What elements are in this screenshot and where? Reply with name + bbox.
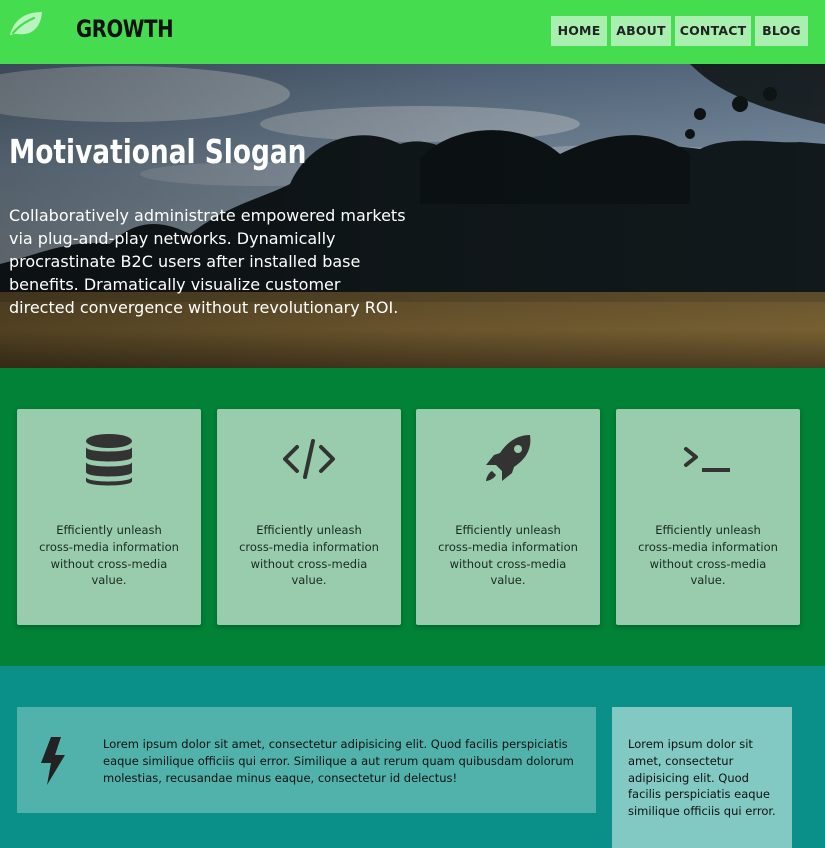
hero-title: Motivational Slogan [9,132,307,171]
side-box: Lorem ipsum dolor sit amet, consectetur … [612,707,792,848]
hero-section: Motivational Slogan Collaboratively admi… [0,64,825,368]
feature-card-text: Efficiently unleash cross-media informat… [39,523,179,588]
terminal-icon [684,447,730,472]
feature-card-rocket: Efficiently unleash cross-media informat… [416,409,600,625]
nav-contact[interactable]: CONTACT [675,16,751,46]
info-section: Lorem ipsum dolor sit amet, consectetur … [0,666,825,848]
info-text: Lorem ipsum dolor sit amet, consectetur … [103,737,574,785]
lightning-bolt-icon [41,737,65,785]
rocket-icon [486,435,531,481]
info-box: Lorem ipsum dolor sit amet, consectetur … [17,707,596,813]
side-text: Lorem ipsum dolor sit amet, consectetur … [628,737,776,819]
site-header: GROWTH HOME ABOUT CONTACT BLOG [0,0,825,64]
nav-home[interactable]: HOME [551,16,607,46]
code-icon [283,439,335,479]
brand-name[interactable]: GROWTH [76,15,174,43]
feature-card-terminal: Efficiently unleash cross-media informat… [616,409,800,625]
nav-blog[interactable]: BLOG [755,16,808,46]
feature-card-database: Efficiently unleash cross-media informat… [17,409,201,625]
feature-card-code: Efficiently unleash cross-media informat… [217,409,401,625]
feature-card-text: Efficiently unleash cross-media informat… [239,523,379,588]
leaf-icon[interactable] [8,9,44,39]
hero-description: Collaboratively administrate empowered m… [9,206,406,317]
database-icon [86,434,132,486]
features-section: Efficiently unleash cross-media informat… [0,368,825,666]
feature-card-text: Efficiently unleash cross-media informat… [438,523,578,588]
nav-about[interactable]: ABOUT [611,16,671,46]
feature-card-text: Efficiently unleash cross-media informat… [638,523,778,588]
